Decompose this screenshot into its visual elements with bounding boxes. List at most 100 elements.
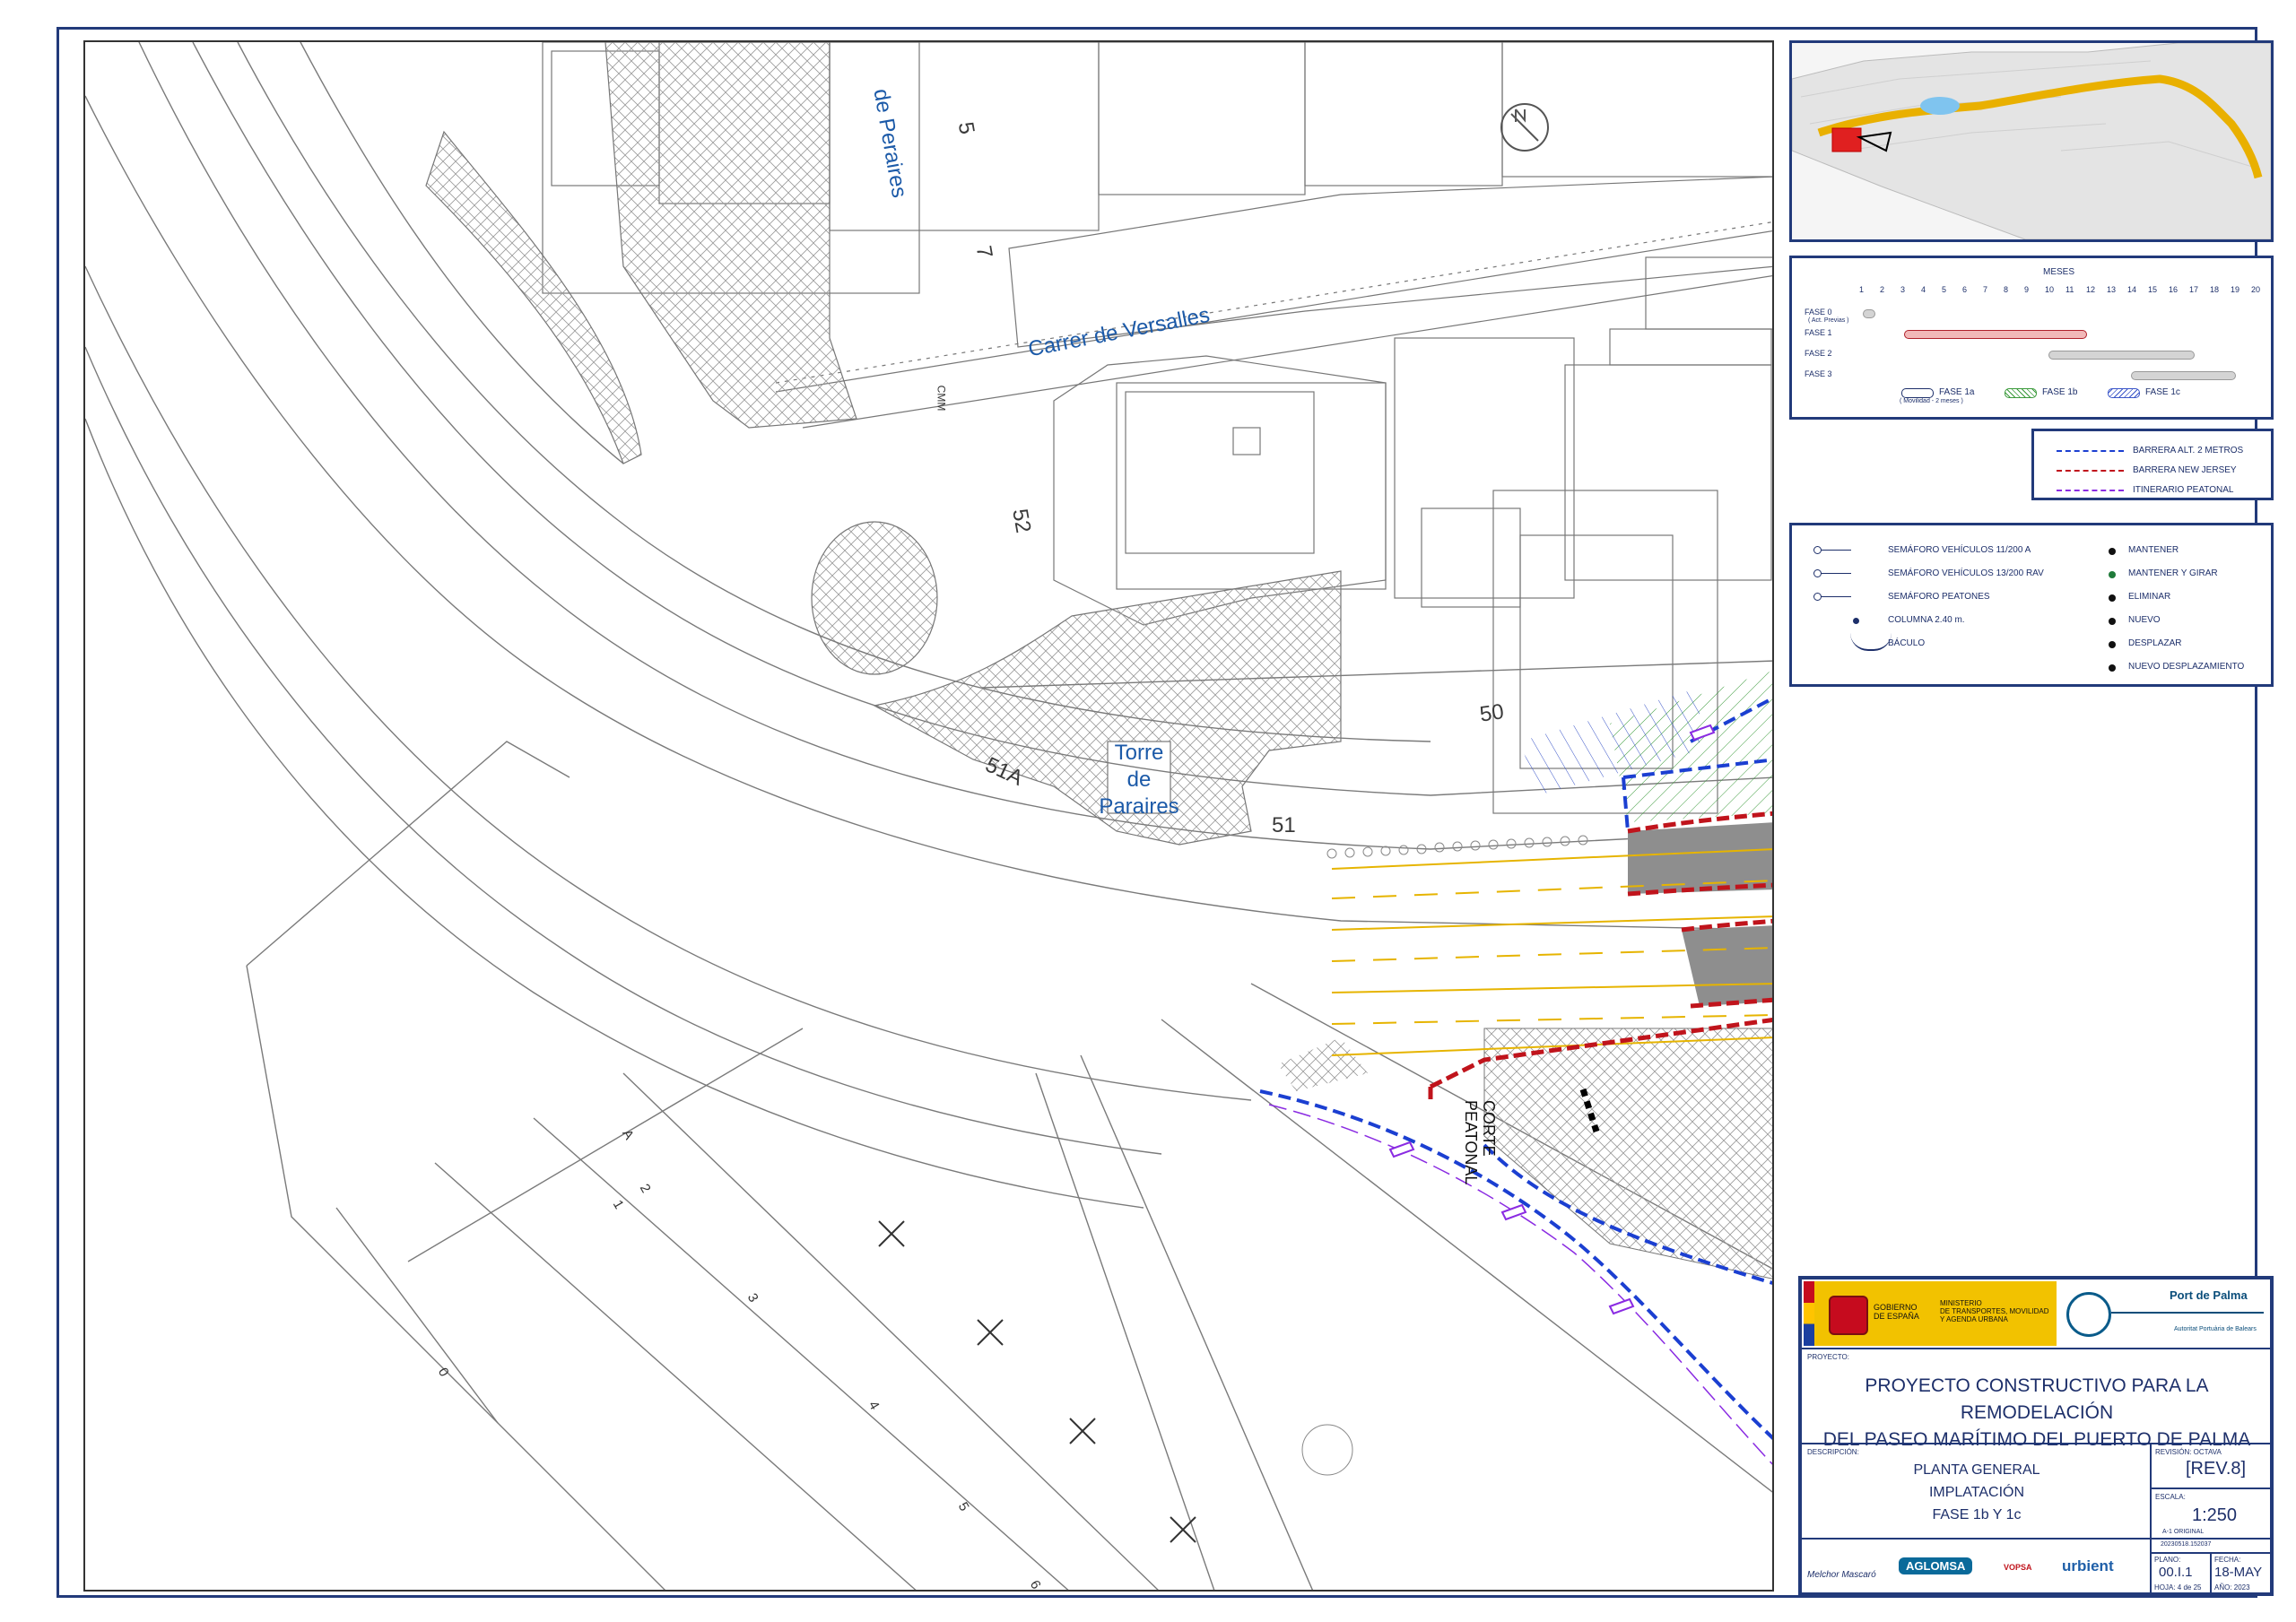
revision-label: REVISIÓN: OCTAVA	[2155, 1448, 2222, 1456]
street-edges	[775, 221, 1772, 429]
phase-legend-swatch	[1901, 388, 1934, 398]
month-label: 15	[2148, 285, 2158, 294]
gobierno-block: GOBIERNO DE ESPAÑA MINISTERIO DE TRANSPO…	[1814, 1281, 2057, 1346]
spain-shield-icon	[1829, 1296, 1868, 1335]
barrier-label: BARRERA ALT. 2 METROS	[2133, 446, 2244, 455]
symbol-label: SEMÁFORO PEATONES	[1888, 592, 1990, 602]
proyecto-cell: PROYECTO: PROYECTO CONSTRUCTIVO PARA LA …	[1801, 1349, 2271, 1450]
island-hatch	[425, 130, 642, 464]
barrier-swatch	[2057, 490, 2124, 491]
revision-cell: REVISIÓN: OCTAVA [REV.8]	[2151, 1444, 2271, 1488]
port-sub: Autoritat Portuària de Balears	[2174, 1326, 2257, 1332]
port-line	[2111, 1312, 2264, 1314]
descripcion-cell: DESCRIPCIÓN: PLANTA GENERAL IMPLATACIÓN …	[1801, 1444, 2151, 1539]
plaza-hatch-top	[604, 42, 857, 429]
plano-cell: PLANO: 00.I.1 HOJA: 4 de 25	[2151, 1553, 2211, 1593]
descripcion-label: DESCRIPCIÓN:	[1807, 1448, 1859, 1456]
phase-legend-swatch	[2005, 388, 2037, 398]
phase-bar	[2048, 351, 2195, 360]
torre-label: Torre de Paraires	[1099, 741, 1179, 819]
month-label: 19	[2231, 285, 2240, 294]
symbol-label: BÁCULO	[1888, 638, 1926, 648]
phase-bar	[1904, 330, 2088, 339]
file-code-cell: 20230518.152037	[2151, 1539, 2271, 1553]
month-label: 4	[1921, 285, 1926, 294]
barrier-label: ITINERARIO PEATONAL	[2133, 485, 2234, 495]
signal-open-icon	[1813, 546, 1851, 554]
x-marks	[878, 1220, 1196, 1543]
phase-legend-label: FASE 1b	[2042, 387, 2078, 397]
phase-label: FASE 2	[1805, 349, 1832, 358]
signal-pedestrian-icon	[1813, 593, 1851, 601]
month-label: 7	[1983, 285, 1988, 294]
phase-bar	[2131, 371, 2236, 380]
side-panel: MESES 1 2 3 4 5 6 7 8 9 10 11 12 13 14 15 16 17 18 19 20 FA…	[1789, 36, 2274, 1596]
firms-cell: Melchor Mascaró AGLOMSA VOPSA urbient	[1801, 1539, 2151, 1593]
phase-legend-label: FASE 1c	[2145, 387, 2180, 397]
baculo-icon	[1850, 633, 1892, 651]
phase-label: FASE 3	[1805, 369, 1832, 378]
status-dot-icon	[2109, 641, 2116, 648]
month-label: 12	[2086, 285, 2096, 294]
column-dot-icon	[1853, 618, 1859, 624]
month-label: 3	[1900, 285, 1906, 294]
status-label: MANTENER Y GIRAR	[2128, 568, 2218, 578]
symbols-legend: SEMÁFORO VEHÍCULOS 11/200 A SEMÁFORO VEHÍ…	[1789, 523, 2274, 687]
proyecto-label: PROYECTO:	[1807, 1353, 1849, 1361]
key-plan-svg	[1791, 42, 2272, 240]
fecha-cell: FECHA: 18-MAY AÑO: 2023	[2211, 1553, 2271, 1593]
status-label: ELIMINAR	[2128, 592, 2171, 602]
map-svg	[85, 42, 1772, 1590]
phase-bar	[1863, 309, 1875, 318]
anio: AÑO: 2023	[2214, 1583, 2250, 1592]
month-label: 14	[2127, 285, 2137, 294]
key-plan-site	[1831, 127, 1862, 152]
phase-legend-swatch	[2108, 388, 2140, 398]
map-drawing[interactable]: Carrer de Versalles de Peraires Torre de…	[83, 40, 1774, 1592]
plano-label: PLANO:	[2154, 1556, 2181, 1564]
month-label: 20	[2251, 285, 2261, 294]
status-label: NUEVO DESPLAZAMIENTO	[2128, 662, 2245, 672]
month-label: 18	[2210, 285, 2220, 294]
signal-filled-icon	[1813, 569, 1851, 577]
month-label: 2	[1880, 285, 1885, 294]
file-code: 20230518.152037	[2161, 1541, 2212, 1548]
status-dot-icon	[2109, 594, 2116, 602]
symbol-label: SEMÁFORO VEHÍCULOS 11/200 A	[1888, 545, 2031, 555]
phase-legend-label: FASE 1a	[1939, 387, 1975, 397]
firm-1: Melchor Mascaró	[1807, 1570, 1876, 1580]
fecha-value: 18-MAY	[2214, 1565, 2263, 1580]
corte-hatch	[1483, 1028, 1772, 1279]
escala-label: ESCALA:	[2155, 1493, 2186, 1501]
road-edges	[85, 42, 1772, 1590]
firm-4: urbient	[2062, 1557, 2114, 1574]
status-dot-icon	[2109, 548, 2116, 555]
revision-value: [REV.8]	[2186, 1459, 2247, 1479]
barrier-swatch	[2057, 450, 2124, 452]
asphalt-block-1	[1628, 822, 1772, 894]
escala-cell: ESCALA: 1:250 A-1 ORIGINAL	[2151, 1488, 2271, 1539]
hoja: HOJA: 4 de 25	[2154, 1583, 2202, 1592]
phase-legend-sublabel: ( Movilidad - 2 meses )	[1900, 398, 1963, 404]
number-50: 50	[1478, 699, 1506, 727]
number-52: 52	[1007, 507, 1036, 535]
month-label: 5	[1942, 285, 1947, 294]
descripcion-text: PLANTA GENERAL IMPLATACIÓN FASE 1b Y 1c	[1913, 1462, 2040, 1522]
month-label: 6	[1962, 285, 1968, 294]
flag-stripe	[1804, 1281, 1814, 1346]
plano-value: 00.I.1	[2159, 1565, 2193, 1580]
status-label: NUEVO	[2128, 615, 2161, 625]
barrier-swatch	[2057, 470, 2124, 472]
month-label: 16	[2169, 285, 2179, 294]
phase-label: FASE 1	[1805, 328, 1832, 337]
barrier-label: BARRERA NEW JERSEY	[2133, 465, 2237, 475]
proyecto-title: PROYECTO CONSTRUCTIVO PARA LA REMODELACI…	[1822, 1375, 2251, 1450]
roundabout-hatch	[811, 521, 938, 675]
authority-logo-icon	[2066, 1292, 2111, 1337]
barrier-legend: BARRERA ALT. 2 METROS BARRERA NEW JERSEY I…	[2031, 429, 2274, 500]
firm-3: VOPSA	[2004, 1563, 2032, 1572]
symbol-label: SEMÁFORO VEHÍCULOS 13/200 RAV	[1888, 568, 2044, 578]
status-label: MANTENER	[2128, 545, 2179, 555]
status-dot-icon	[2109, 664, 2116, 672]
ministerio-text: MINISTERIO DE TRANSPORTES, MOVILIDAD Y A…	[1940, 1299, 2049, 1323]
